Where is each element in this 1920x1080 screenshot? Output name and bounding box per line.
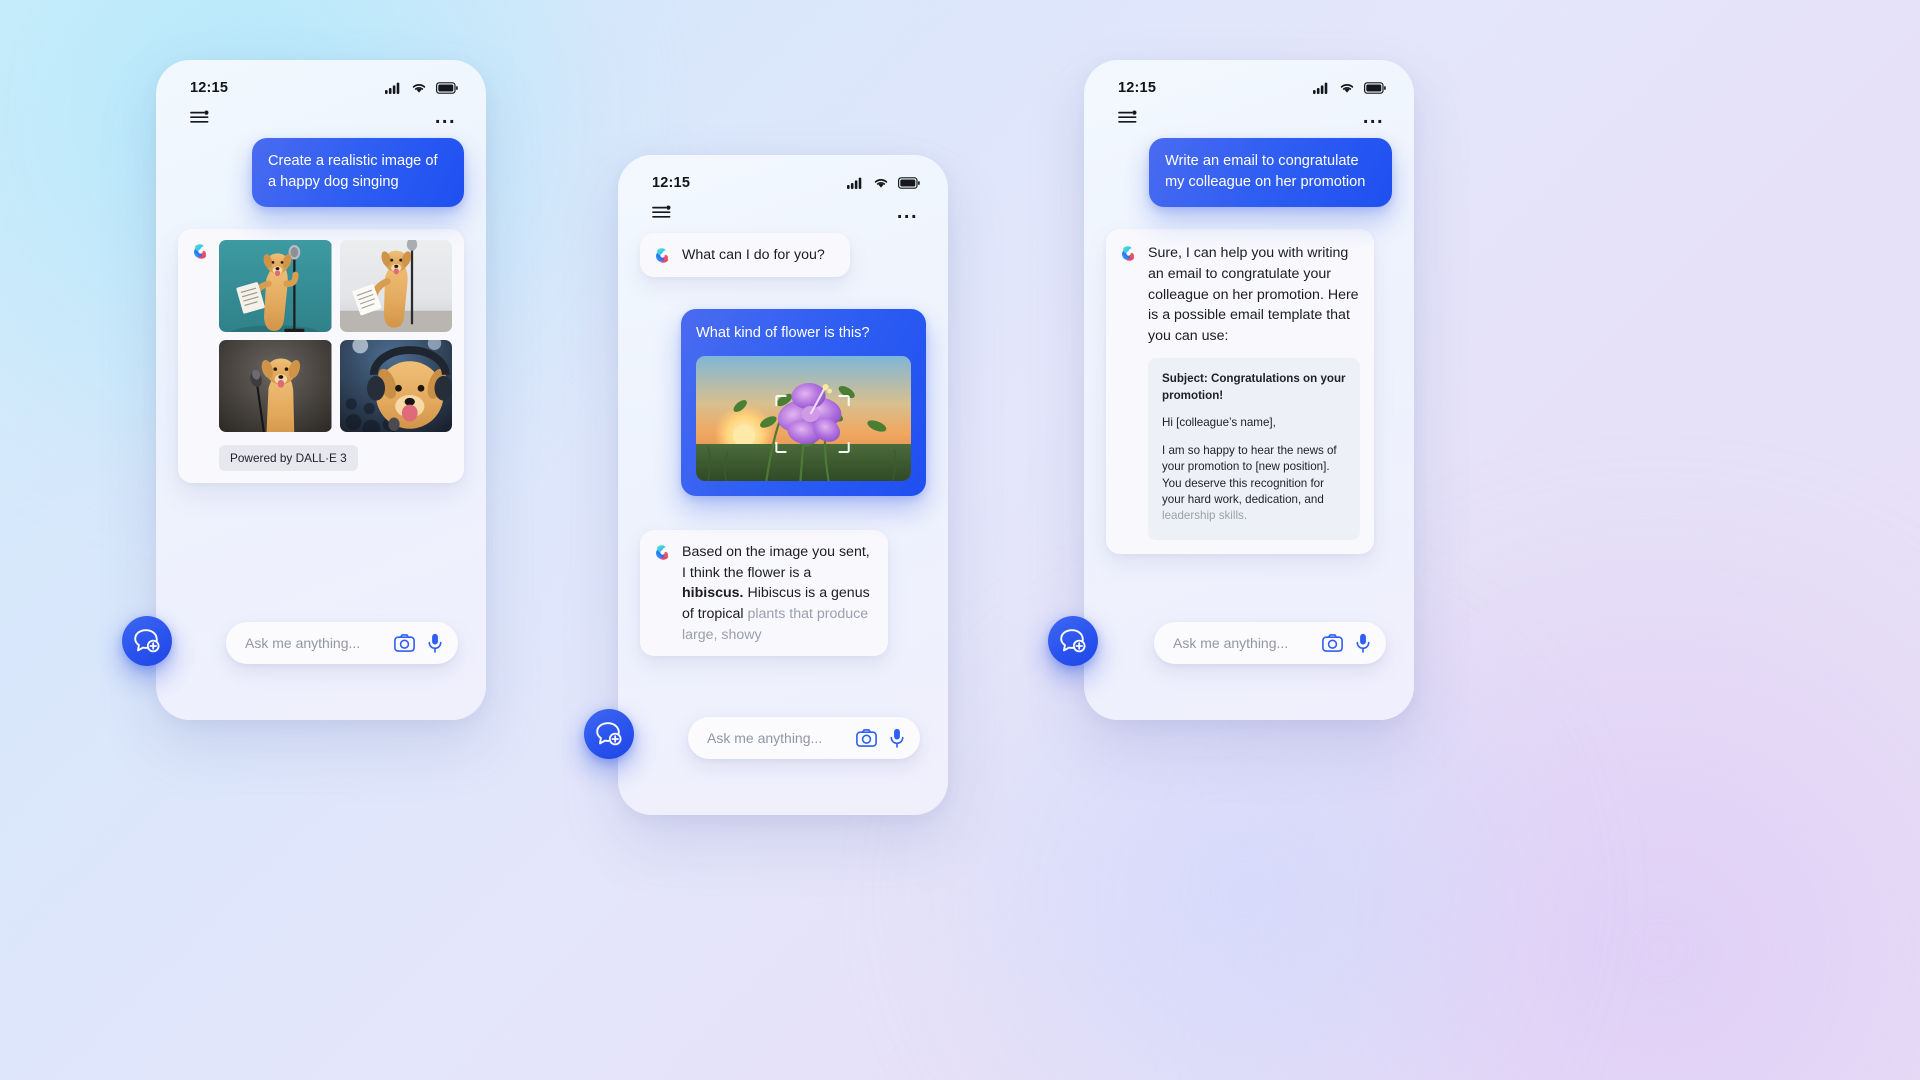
list-menu-icon[interactable]: [1118, 110, 1138, 124]
list-menu-icon[interactable]: [652, 205, 672, 219]
bot-greeting-text: What can I do for you?: [682, 247, 825, 263]
new-chat-button[interactable]: [584, 709, 634, 759]
status-time: 12:15: [190, 80, 229, 96]
answer-line-2: I think the flower is a: [682, 564, 812, 581]
microphone-icon[interactable]: [1356, 633, 1370, 653]
composer-bar: Ask me anything...: [156, 622, 486, 664]
phone-mockup-left: 12:15 ... Create a realistic image of a …: [156, 60, 486, 720]
status-indicators: [847, 177, 920, 189]
answer-line-1: Based on the image you sent,: [682, 544, 870, 561]
status-bar: 12:15: [156, 60, 486, 96]
microphone-icon[interactable]: [890, 728, 904, 748]
phone-mockup-right: 12:15 ... Write an email to congratulate…: [1084, 60, 1414, 720]
top-navigation: ...: [618, 191, 948, 222]
user-message-bubble: What kind of flower is this?: [681, 309, 926, 497]
generated-image-2[interactable]: [339, 240, 452, 333]
status-indicators: [1313, 82, 1386, 94]
status-indicators: [385, 82, 458, 94]
microphone-icon[interactable]: [428, 633, 442, 653]
composer-bar: Ask me anything...: [618, 717, 948, 759]
camera-icon[interactable]: [394, 634, 415, 652]
new-chat-button[interactable]: [122, 616, 172, 666]
battery-full-icon: [898, 177, 920, 189]
search-input[interactable]: Ask me anything...: [688, 717, 920, 759]
composer-actions: [394, 633, 442, 653]
phone-mockup-center: 12:15 ... What can I do for you? What ki…: [618, 155, 948, 815]
new-chat-button[interactable]: [1048, 616, 1098, 666]
signal-bars-icon: [385, 82, 400, 94]
user-message-bubble: Create a realistic image of a happy dog …: [252, 138, 464, 208]
generated-image-1[interactable]: [219, 240, 332, 333]
answer-keyword: hibiscus.: [682, 585, 744, 602]
new-chat-icon: [596, 722, 622, 746]
bot-answer-card: Sure, I can help you with writing an ema…: [1106, 229, 1374, 554]
status-bar: 12:15: [1084, 60, 1414, 96]
battery-full-icon: [1364, 82, 1386, 94]
image-generation-result-card: Powered by DALL·E 3: [178, 229, 464, 484]
battery-full-icon: [436, 82, 458, 94]
camera-icon[interactable]: [856, 729, 877, 747]
user-attached-image[interactable]: [696, 356, 911, 482]
composer-bar: Ask me anything...: [1084, 622, 1414, 664]
new-chat-icon: [1060, 629, 1086, 653]
camera-icon[interactable]: [1322, 634, 1343, 652]
bot-answer-bubble: Based on the image you sent, I think the…: [640, 530, 888, 657]
user-message-bubble: Write an email to congratulate my collea…: [1149, 138, 1392, 208]
overflow-menu-icon[interactable]: ...: [897, 202, 918, 222]
composer-actions: [856, 728, 904, 748]
composer-actions: [1322, 633, 1370, 653]
copilot-logo-icon: [652, 245, 673, 266]
wifi-icon: [874, 179, 888, 188]
bot-greeting-bubble: What can I do for you?: [640, 233, 850, 277]
email-body-faded: leadership skills.: [1162, 509, 1248, 523]
signal-bars-icon: [1313, 82, 1328, 94]
wifi-icon: [412, 84, 426, 93]
search-input[interactable]: Ask me anything...: [1154, 622, 1386, 664]
copilot-logo-icon: [652, 542, 673, 563]
status-bar: 12:15: [618, 155, 948, 191]
top-navigation: ...: [156, 96, 486, 127]
dalle-attribution-badge: Powered by DALL·E 3: [219, 445, 358, 472]
generated-image-grid: Powered by DALL·E 3: [219, 240, 452, 472]
generated-image-3[interactable]: [219, 340, 332, 433]
overflow-menu-icon[interactable]: ...: [435, 107, 456, 127]
user-message-text: What kind of flower is this?: [696, 325, 870, 341]
email-subject: Subject: Congratulations on your promoti…: [1162, 372, 1346, 402]
copilot-logo-icon: [190, 241, 211, 262]
composer-placeholder: Ask me anything...: [707, 730, 823, 746]
email-greeting: Hi [colleague’s name],: [1162, 416, 1276, 430]
bot-answer-text: Based on the image you sent, I think the…: [682, 541, 874, 645]
chat-thread-left: Create a realistic image of a happy dog …: [156, 124, 486, 484]
top-navigation: ...: [1084, 96, 1414, 127]
composer-placeholder: Ask me anything...: [245, 635, 361, 651]
status-time: 12:15: [652, 175, 691, 191]
email-body: I am so happy to hear the news of your p…: [1162, 443, 1337, 506]
bot-answer-intro: Sure, I can help you with writing an ema…: [1148, 245, 1359, 344]
list-menu-icon[interactable]: [190, 110, 210, 124]
wifi-icon: [1340, 84, 1354, 93]
signal-bars-icon: [847, 177, 862, 189]
chat-thread-center: What can I do for you? What kind of flow…: [618, 219, 948, 657]
copilot-logo-icon: [1118, 243, 1139, 264]
email-template-card: Subject: Congratulations on your promoti…: [1148, 358, 1360, 540]
search-input[interactable]: Ask me anything...: [226, 622, 458, 664]
status-time: 12:15: [1118, 80, 1157, 96]
chat-thread-right: Write an email to congratulate my collea…: [1084, 124, 1414, 554]
overflow-menu-icon[interactable]: ...: [1363, 107, 1384, 127]
generated-image-4[interactable]: [339, 340, 452, 433]
composer-placeholder: Ask me anything...: [1173, 635, 1289, 651]
new-chat-icon: [134, 629, 160, 653]
